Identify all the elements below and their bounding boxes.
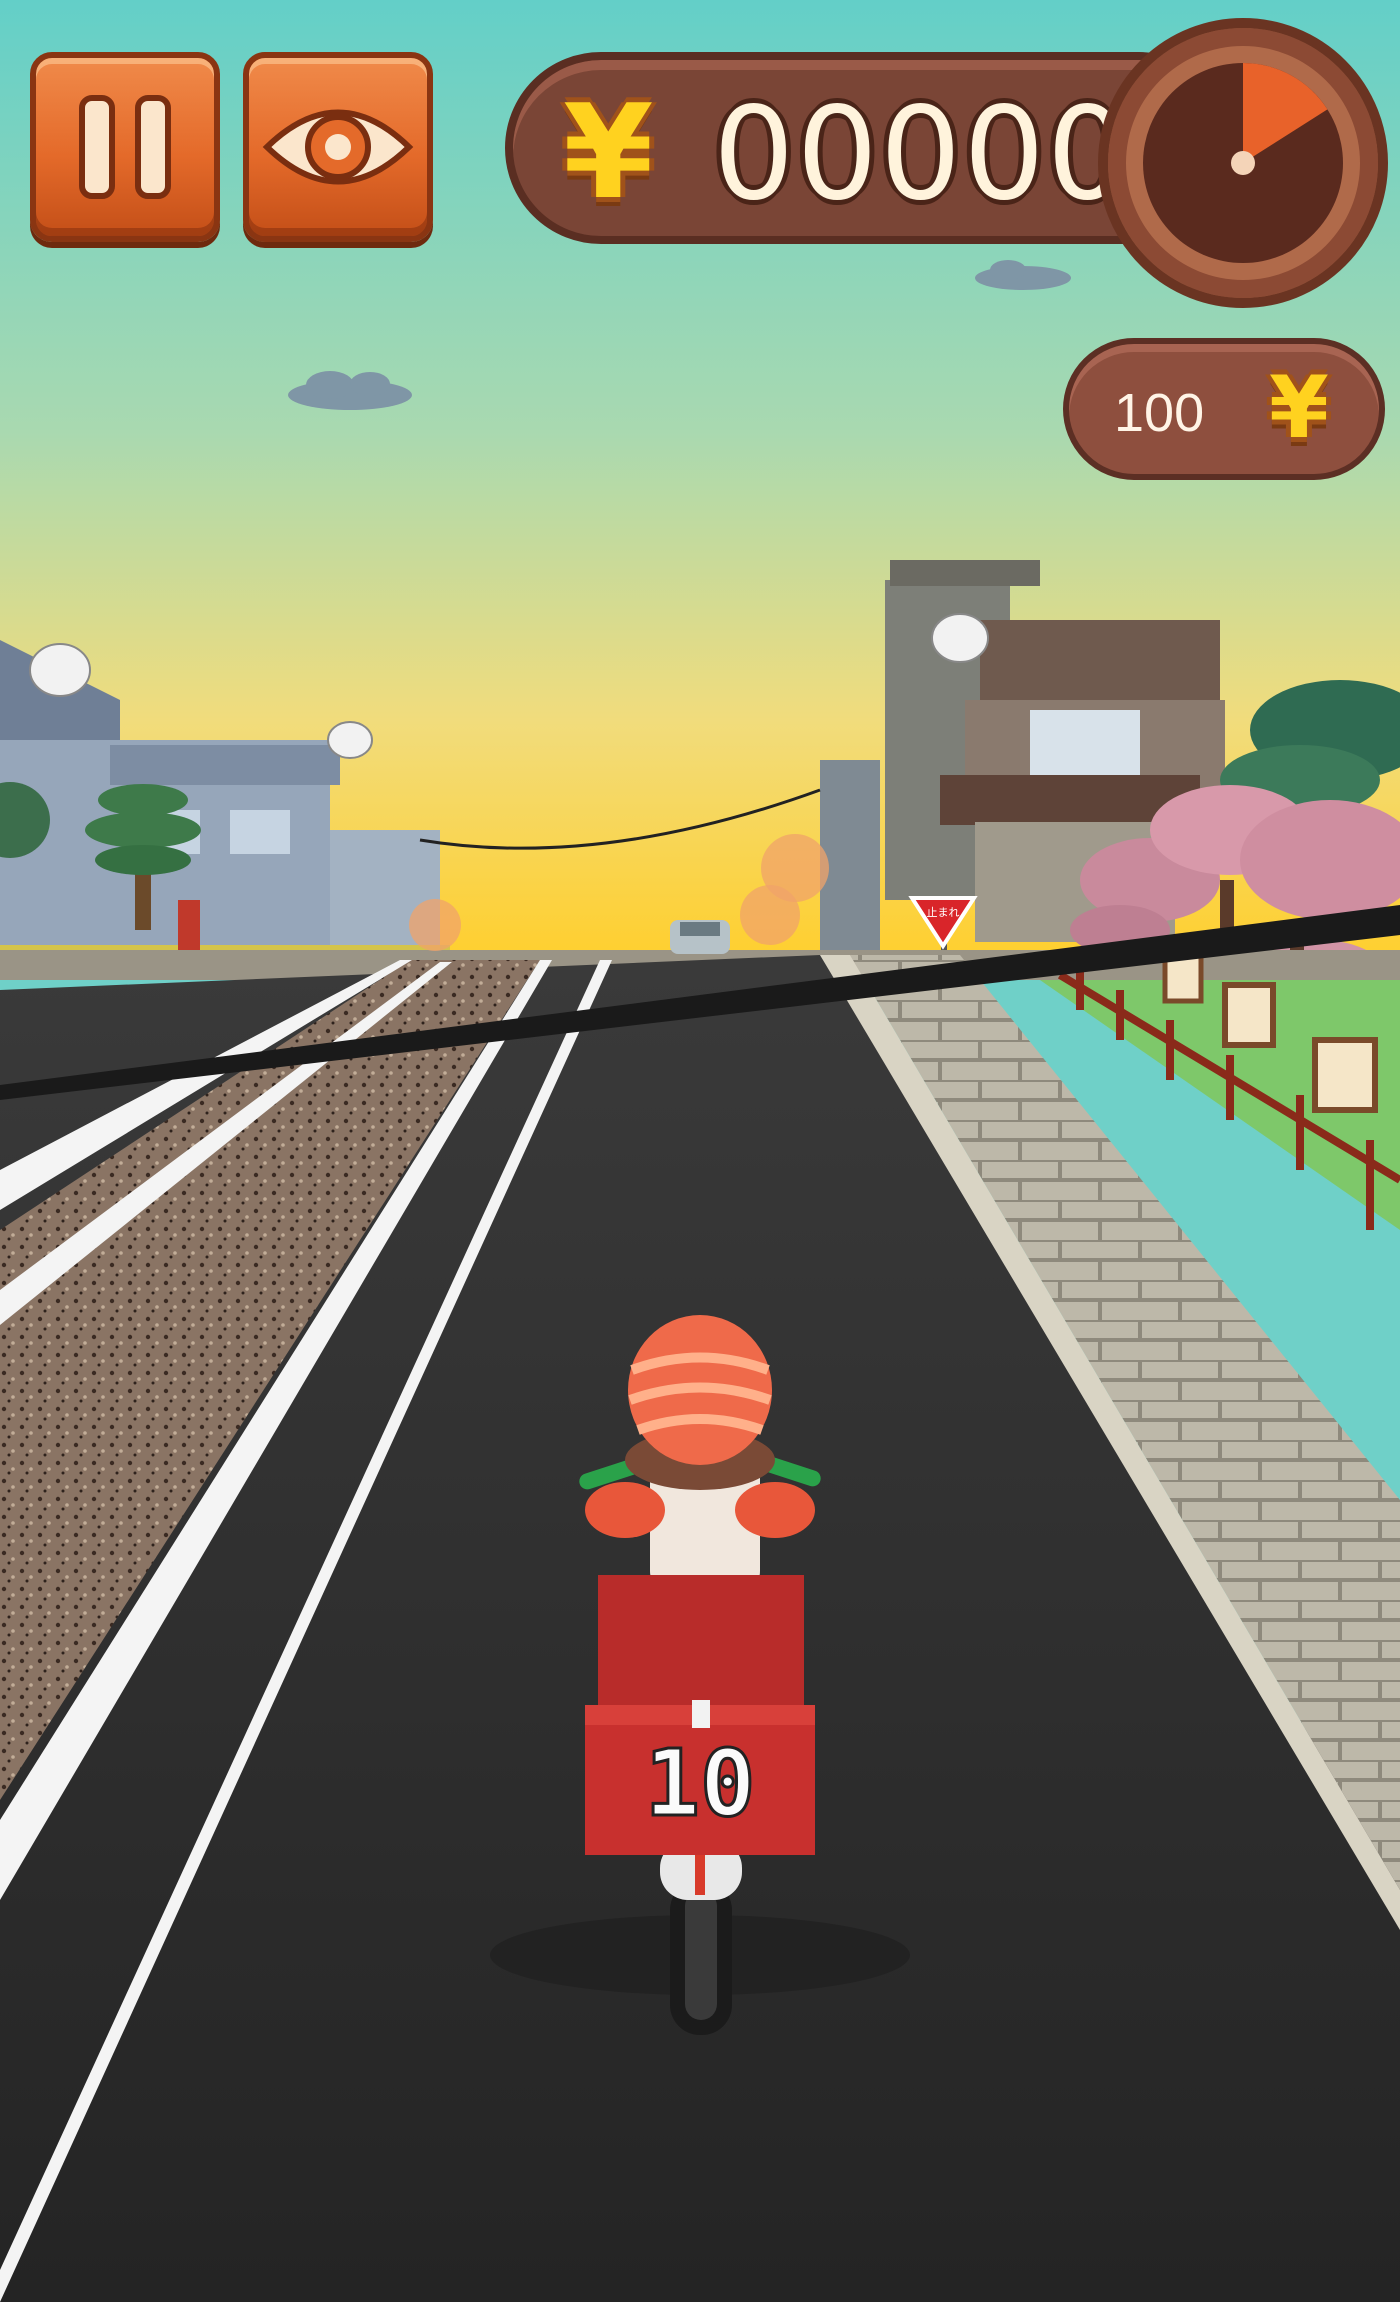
- coins-value: 100: [1114, 383, 1205, 443]
- distant-car: [670, 920, 730, 954]
- timer-dial-icon: [1143, 63, 1343, 263]
- camera-view-button[interactable]: [243, 52, 433, 242]
- pause-icon: [79, 95, 171, 199]
- stop-sign-label: 止まれ: [927, 906, 960, 919]
- score-value: 00000: [713, 80, 1131, 229]
- timer-dial: [1098, 18, 1388, 308]
- yen-icon: ¥: [563, 76, 654, 228]
- yen-icon: ¥: [1269, 358, 1329, 458]
- coin-counter: 100 ¥: [1063, 338, 1385, 480]
- eye-icon: [262, 109, 414, 185]
- mailbox: [178, 900, 200, 952]
- pause-button[interactable]: [30, 52, 220, 242]
- bike-number: 10: [645, 1730, 756, 1837]
